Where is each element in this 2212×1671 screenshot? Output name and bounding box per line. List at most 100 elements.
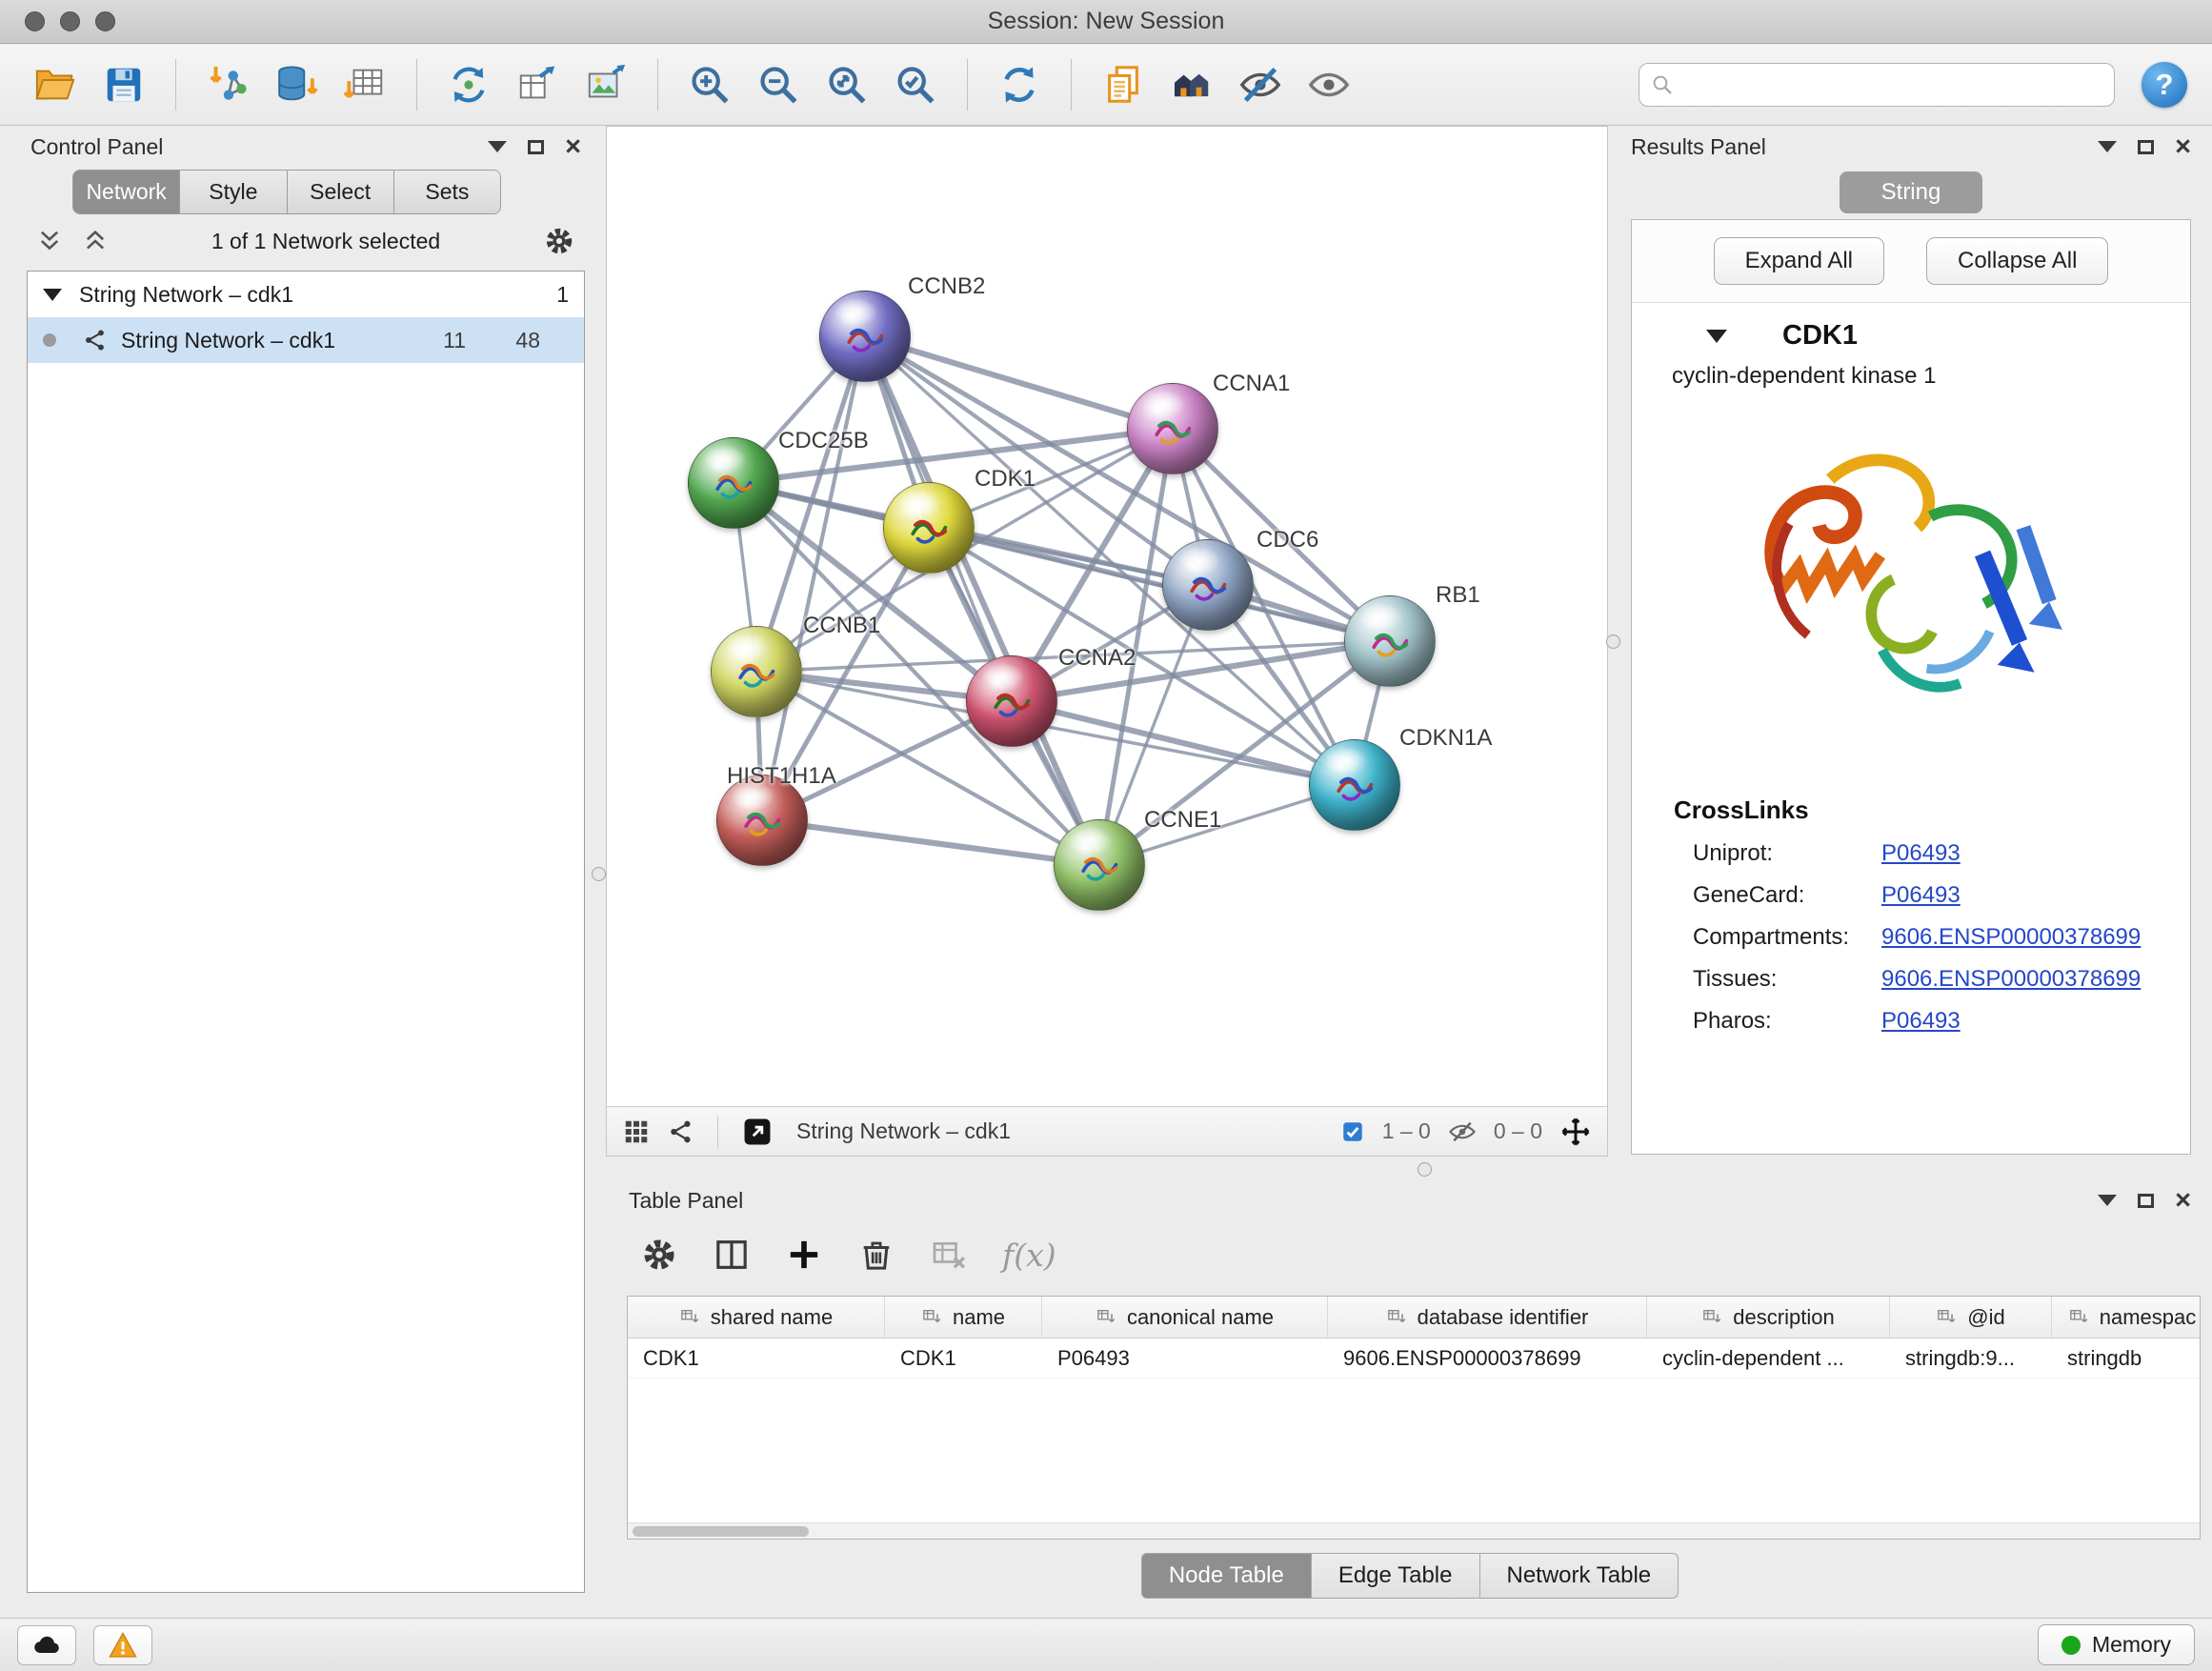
network-node-CDC25B[interactable] <box>688 437 779 529</box>
table-cell[interactable]: stringdb:9... <box>1890 1339 2052 1378</box>
column-header--id[interactable]: @id <box>1890 1297 2052 1338</box>
expand-all-networks-button[interactable] <box>82 228 109 254</box>
delete-column-button[interactable] <box>857 1236 895 1274</box>
help-button[interactable]: ? <box>2142 62 2187 108</box>
network-canvas[interactable]: CCNB2CCNA1CDC25BCDK1CDC6RB1CCNB1CCNA2CDK… <box>607 127 1607 1106</box>
string-home-button[interactable] <box>1161 54 1222 115</box>
panel-close-icon[interactable]: × <box>2175 1187 2191 1215</box>
collapse-all-button[interactable]: Collapse All <box>1926 237 2108 285</box>
network-collection-row[interactable]: String Network – cdk1 1 <box>28 272 584 317</box>
tab-node-table[interactable]: Node Table <box>1141 1553 1312 1599</box>
zoom-in-button[interactable] <box>679 54 740 115</box>
close-window-button[interactable] <box>25 11 45 31</box>
network-node-CCNB2[interactable] <box>819 291 911 382</box>
panel-menu-icon[interactable] <box>2098 141 2117 152</box>
crosslink-link[interactable]: 9606.ENSP00000378699 <box>1881 924 2141 951</box>
network-node-CCNA2[interactable] <box>966 655 1057 747</box>
tab-select[interactable]: Select <box>288 171 394 213</box>
export-network-button[interactable] <box>438 54 499 115</box>
bottom-splitter-handle[interactable] <box>1418 1162 1432 1177</box>
column-header-shared-name[interactable]: shared name <box>628 1297 885 1338</box>
column-header-namespac[interactable]: namespac <box>2052 1297 2201 1338</box>
import-table-from-file-button[interactable] <box>334 54 395 115</box>
table-cell[interactable]: cyclin-dependent ... <box>1647 1339 1890 1378</box>
function-builder-button[interactable]: f(x) <box>1002 1237 1056 1274</box>
network-node-CCNA1[interactable] <box>1127 383 1218 474</box>
fit-selected-button[interactable] <box>1559 1116 1592 1148</box>
collapse-all-networks-button[interactable] <box>36 228 63 254</box>
visibility-toggle-button[interactable] <box>1298 54 1359 115</box>
export-table-button[interactable] <box>507 54 568 115</box>
tab-style[interactable]: Style <box>180 171 287 213</box>
network-options-button[interactable] <box>543 225 575 257</box>
table-cell[interactable]: CDK1 <box>628 1339 885 1378</box>
table-cell[interactable]: 9606.ENSP00000378699 <box>1328 1339 1647 1378</box>
zoom-selected-button[interactable] <box>885 54 946 115</box>
import-network-from-file-button[interactable] <box>197 54 258 115</box>
network-node-CDK1[interactable] <box>883 482 975 574</box>
gene-section-header[interactable]: CDK1 <box>1632 303 2190 361</box>
panel-close-icon[interactable]: × <box>2175 133 2191 161</box>
refresh-layout-button[interactable] <box>989 54 1050 115</box>
detach-view-button[interactable] <box>741 1116 774 1148</box>
birds-eye-view-button[interactable] <box>622 1117 651 1146</box>
open-session-button[interactable] <box>25 54 86 115</box>
cloud-button[interactable] <box>17 1625 76 1665</box>
save-session-button[interactable] <box>93 54 154 115</box>
tab-network[interactable]: Network <box>73 171 180 213</box>
network-node-RB1[interactable] <box>1344 595 1436 687</box>
panel-float-icon[interactable] <box>2138 140 2154 154</box>
table-options-button[interactable] <box>640 1236 678 1274</box>
column-header-canonical-name[interactable]: canonical name <box>1042 1297 1328 1338</box>
network-node-CCNE1[interactable] <box>1054 819 1145 911</box>
crosslink-link[interactable]: P06493 <box>1881 882 1961 909</box>
network-node-CCNB1[interactable] <box>711 626 802 717</box>
panel-float-icon[interactable] <box>2138 1194 2154 1208</box>
column-header-database-identifier[interactable]: database identifier <box>1328 1297 1647 1338</box>
show-columns-button[interactable] <box>713 1236 751 1274</box>
expand-all-button[interactable]: Expand All <box>1714 237 1884 285</box>
scrollbar-thumb[interactable] <box>633 1526 809 1537</box>
panel-menu-icon[interactable] <box>488 141 507 152</box>
tab-edge-table[interactable]: Edge Table <box>1312 1553 1480 1599</box>
copy-document-button[interactable] <box>1093 54 1154 115</box>
glass-effect-toggle-button[interactable] <box>1230 54 1291 115</box>
import-network-from-database-button[interactable] <box>266 54 327 115</box>
table-cell[interactable]: CDK1 <box>885 1339 1042 1378</box>
left-splitter-handle[interactable] <box>592 867 606 881</box>
table-cell[interactable]: stringdb <box>2052 1339 2201 1378</box>
right-splitter-handle[interactable] <box>1606 634 1620 649</box>
network-node-CDKN1A[interactable] <box>1309 739 1400 831</box>
collapse-section-icon[interactable] <box>1706 330 1727 343</box>
minimize-window-button[interactable] <box>60 11 80 31</box>
table-horizontal-scrollbar[interactable] <box>628 1522 2200 1539</box>
hidden-elements-icon[interactable] <box>1448 1117 1477 1146</box>
tree-expander-icon[interactable] <box>43 289 62 301</box>
zoom-out-button[interactable] <box>748 54 809 115</box>
crosslink-link[interactable]: P06493 <box>1881 840 1961 867</box>
tab-string[interactable]: String <box>1840 171 1982 213</box>
network-node-CDC6[interactable] <box>1162 539 1254 631</box>
selected-nodes-checkbox-icon[interactable] <box>1340 1119 1365 1144</box>
crosslink-label: Tissues: <box>1693 966 1881 993</box>
zoom-fit-button[interactable] <box>816 54 877 115</box>
tab-network-table[interactable]: Network Table <box>1480 1553 1679 1599</box>
panel-float-icon[interactable] <box>528 140 544 154</box>
window-controls <box>25 0 115 43</box>
crosslink-link[interactable]: P06493 <box>1881 1008 1961 1035</box>
warnings-button[interactable] <box>93 1625 152 1665</box>
crosslink-link[interactable]: 9606.ENSP00000378699 <box>1881 966 2141 993</box>
tab-sets[interactable]: Sets <box>394 171 500 213</box>
column-header-name[interactable]: name <box>885 1297 1042 1338</box>
search-input[interactable] <box>1683 72 2102 97</box>
export-image-button[interactable] <box>575 54 636 115</box>
zoom-window-button[interactable] <box>95 11 115 31</box>
table-row[interactable]: CDK1CDK1P064939606.ENSP00000378699cyclin… <box>628 1339 2200 1379</box>
network-row[interactable]: String Network – cdk1 11 48 <box>28 317 584 363</box>
panel-close-icon[interactable]: × <box>565 133 581 161</box>
memory-button[interactable]: Memory <box>2038 1624 2195 1665</box>
column-header-description[interactable]: description <box>1647 1297 1890 1338</box>
table-cell[interactable]: P06493 <box>1042 1339 1328 1378</box>
create-column-button[interactable] <box>785 1236 823 1274</box>
panel-menu-icon[interactable] <box>2098 1195 2117 1206</box>
